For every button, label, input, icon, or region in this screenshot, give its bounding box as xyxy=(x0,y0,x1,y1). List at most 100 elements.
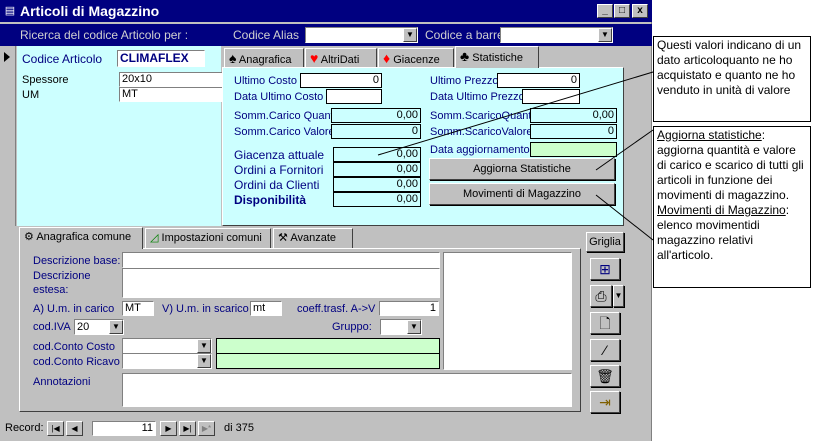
code-field[interactable]: CLIMAFLEX xyxy=(117,50,205,67)
chevron-down-icon[interactable]: ▼ xyxy=(197,354,211,368)
descrizione-base-label: Descrizione base: xyxy=(33,255,121,267)
ultimo-costo-label: Ultimo Costo xyxy=(234,75,297,87)
new-record-nav-button[interactable]: ▶* xyxy=(198,421,215,436)
annotazioni-label: Annotazioni xyxy=(33,376,91,388)
somm-scarico-quant-field[interactable]: 0,00 xyxy=(530,108,617,123)
exit-button[interactable]: ⇥ xyxy=(590,391,620,413)
somm-carico-valore-field[interactable]: 0 xyxy=(331,124,421,139)
record-selector[interactable] xyxy=(0,46,16,226)
print-dropdown-button[interactable]: ▼ xyxy=(613,285,624,307)
cod-iva-combo[interactable]: 20 ▼ xyxy=(74,319,124,335)
callout-movimenti-title: Movimenti di Magazzino xyxy=(657,203,786,217)
first-record-button[interactable]: |◀ xyxy=(47,421,64,436)
data-aggiornamento-field[interactable] xyxy=(530,142,617,157)
chevron-down-icon[interactable]: ▼ xyxy=(407,320,421,334)
disponibilita-label: Disponibilità xyxy=(234,193,306,207)
tools-icon: ⚒ xyxy=(278,232,288,244)
chevron-down-icon[interactable]: ▼ xyxy=(197,339,211,353)
data-ultimo-prezzo-field[interactable] xyxy=(522,89,580,104)
alias-combo[interactable]: ▼ xyxy=(305,27,418,43)
maximize-button[interactable]: □ xyxy=(614,4,630,18)
annotazioni-field[interactable] xyxy=(122,373,572,407)
close-button[interactable]: x xyxy=(632,4,648,18)
minimize-button[interactable]: _ xyxy=(597,4,613,18)
coeff-field[interactable]: 1 xyxy=(379,301,439,316)
record-number-field[interactable]: 11 xyxy=(92,421,156,436)
spessore-field[interactable]: 20x10 xyxy=(119,72,233,87)
chevron-down-icon[interactable]: ▼ xyxy=(109,320,123,334)
tab-impostazioni-comuni[interactable]: ◿ Impostazioni comuni xyxy=(145,228,271,248)
descrizione-estesa-field[interactable] xyxy=(122,268,440,298)
ultimo-prezzo-field[interactable]: 0 xyxy=(497,73,580,88)
cod-iva-label: cod.IVA xyxy=(33,321,71,333)
conto-ricavo-combo[interactable]: ▼ xyxy=(122,353,212,369)
griglia-button[interactable]: Griglia xyxy=(586,232,624,252)
movimenti-magazzino-button[interactable]: Movimenti di Magazzino xyxy=(429,183,615,205)
spessore-label: Spessore xyxy=(22,74,69,86)
coeff-label: coeff.trasf. A->V xyxy=(297,303,376,315)
new-record-button[interactable]: 🗋 xyxy=(590,312,620,334)
chart-icon: ◿ xyxy=(150,232,159,244)
printer-icon: ⎙ xyxy=(595,288,607,304)
record-label: Record: xyxy=(5,422,44,434)
search-bar: Ricerca del codice Articolo per : Codice… xyxy=(0,24,652,46)
prev-record-button[interactable]: ◀ xyxy=(66,421,83,436)
record-total-label: di 375 xyxy=(224,422,254,434)
um-field[interactable]: MT xyxy=(119,87,233,102)
somm-carico-quant-label: Somm.Carico Quant xyxy=(234,110,334,122)
ultimo-costo-field[interactable]: 0 xyxy=(300,73,382,88)
trash-icon: 🗑 xyxy=(596,368,614,384)
data-aggiornamento-label: Data aggiornamento xyxy=(430,144,530,156)
aggiorna-statistiche-button[interactable]: Aggiorna Statistiche xyxy=(429,158,615,180)
title-bar[interactable]: ▤ Articoli di Magazzino _ □ x xyxy=(0,0,652,22)
conto-ricavo-label: cod.Conto Ricavo xyxy=(33,356,120,368)
barcode-label: Codice a barre xyxy=(425,28,504,42)
um-carico-field[interactable]: MT xyxy=(122,301,154,316)
um-scarico-label: V) U.m. in scarico xyxy=(162,303,249,315)
next-icon: ▶ xyxy=(165,424,172,433)
heart-icon: ♥ xyxy=(310,50,319,66)
somm-carico-quant-field[interactable]: 0,00 xyxy=(331,108,421,123)
callout-aggiorna-title: Aggiorna statistiche xyxy=(657,128,762,142)
last-record-button[interactable]: ▶| xyxy=(179,421,196,436)
last-icon: ▶| xyxy=(183,424,192,433)
first-icon: |◀ xyxy=(51,424,60,433)
tab-avanzate[interactable]: ⚒ Avanzate xyxy=(273,228,353,248)
tab-altridati[interactable]: ♥ AltriDati xyxy=(305,48,377,68)
structure-button[interactable]: ⊞ xyxy=(590,258,620,280)
um-scarico-field[interactable]: mt xyxy=(250,301,282,316)
print-button[interactable]: ⎙ xyxy=(590,285,612,307)
prev-icon: ◀ xyxy=(71,424,78,433)
tab-anagrafica-comune[interactable]: ⚙ Anagrafica comune xyxy=(19,227,143,249)
hierarchy-icon: ⊞ xyxy=(599,261,611,277)
tab-anagrafica[interactable]: ♠ Anagrafica xyxy=(224,48,304,68)
conto-costo-combo[interactable]: ▼ xyxy=(122,338,212,354)
descrizione-estesa-label: Descrizione estesa: xyxy=(33,270,91,296)
tab-giacenze[interactable]: ♦ Giacenze xyxy=(378,48,454,68)
diamond-icon: ♦ xyxy=(383,50,391,66)
delete-button[interactable]: 🗑 xyxy=(590,365,620,387)
wand-button[interactable]: ⁄ xyxy=(590,339,620,361)
gears-icon: ⚙ xyxy=(24,231,34,243)
chevron-down-icon[interactable]: ▼ xyxy=(598,28,612,42)
new-document-icon: 🗋 xyxy=(599,315,611,331)
ordini-clienti-field[interactable]: 0,00 xyxy=(333,177,421,192)
descrizione-base-field[interactable] xyxy=(122,252,440,268)
conto-costo-desc-field xyxy=(216,338,440,354)
giacenza-field[interactable]: 0,00 xyxy=(333,147,421,162)
data-ultimo-costo-field[interactable] xyxy=(326,89,382,104)
somm-scarico-valore-field[interactable]: 0 xyxy=(530,124,617,139)
barcode-combo[interactable]: ▼ xyxy=(500,27,613,43)
giacenza-label: Giacenza attuale xyxy=(234,148,325,162)
ordini-clienti-label: Ordini da Clienti xyxy=(234,178,320,192)
um-carico-label: A) U.m. in carico xyxy=(33,303,115,315)
gruppo-combo[interactable]: ▼ xyxy=(380,319,422,335)
tab-statistiche[interactable]: ♣ Statistiche xyxy=(455,46,539,68)
new-record-icon: ▶* xyxy=(201,424,212,433)
ordini-fornitori-field[interactable]: 0,00 xyxy=(333,162,421,177)
next-record-button[interactable]: ▶ xyxy=(160,421,177,436)
somm-scarico-valore-label: Somm.ScaricoValore xyxy=(430,126,533,138)
disponibilita-field[interactable]: 0,00 xyxy=(333,192,421,207)
ordini-fornitori-label: Ordini a Fornitori xyxy=(234,163,324,177)
chevron-down-icon[interactable]: ▼ xyxy=(403,28,417,42)
